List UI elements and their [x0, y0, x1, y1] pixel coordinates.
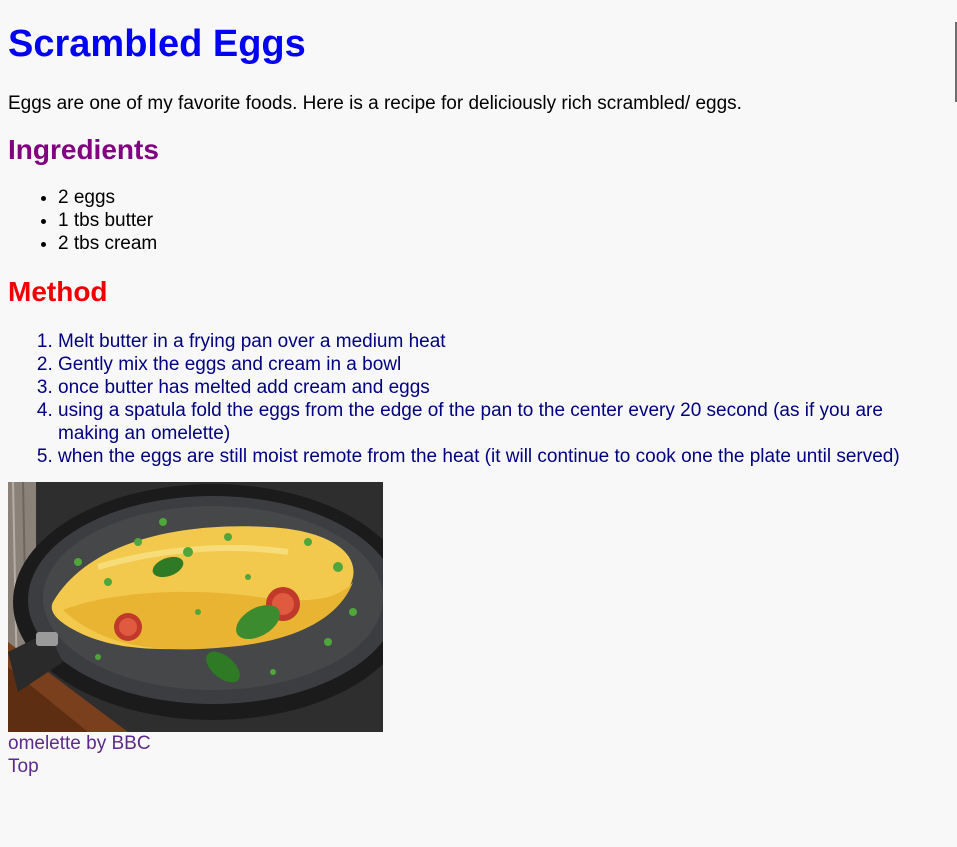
method-step: Gently mix the eggs and cream in a bowl [58, 353, 949, 376]
photo-credit-link[interactable]: omelette by BBC [8, 732, 949, 755]
ingredient-item: 2 tbs cream [58, 232, 949, 255]
method-step: using a spatula fold the eggs from the e… [58, 399, 949, 445]
omelette-image [8, 482, 383, 732]
omelette-photo [8, 482, 383, 732]
method-step: once butter has melted add cream and egg… [58, 376, 949, 399]
page-content: Scrambled Eggs Eggs are one of my favori… [0, 22, 957, 778]
top-link[interactable]: Top [8, 755, 949, 778]
method-step: when the eggs are still moist remote fro… [58, 445, 949, 468]
method-step: Melt butter in a frying pan over a mediu… [58, 330, 949, 353]
method-list: Melt butter in a frying pan over a mediu… [8, 330, 949, 468]
ingredients-heading: Ingredients [8, 134, 159, 165]
ingredients-list: 2 eggs 1 tbs butter 2 tbs cream [8, 186, 949, 255]
page-title: Scrambled Eggs [8, 23, 306, 65]
method-heading: Method [8, 276, 108, 307]
intro-paragraph: Eggs are one of my favorite foods. Here … [8, 93, 742, 114]
ingredient-item: 1 tbs butter [58, 209, 949, 232]
ingredient-item: 2 eggs [58, 186, 949, 209]
